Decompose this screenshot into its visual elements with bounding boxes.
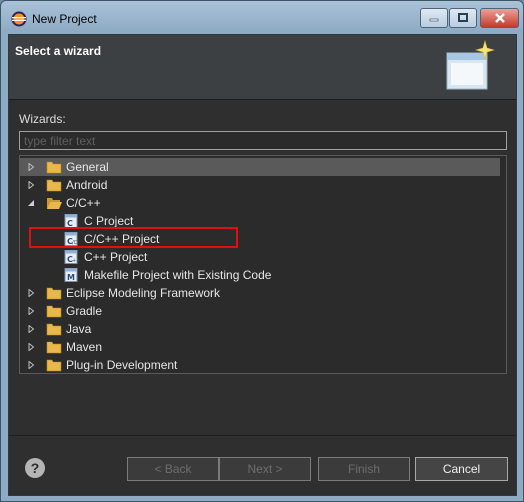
- makefile-project-icon: M: [64, 268, 80, 282]
- tree-item[interactable]: Maven: [20, 338, 500, 356]
- maximize-icon: [458, 13, 468, 22]
- collapsed-arrow-icon[interactable]: [27, 361, 35, 369]
- wizard-header: Select a wizard: [9, 35, 516, 100]
- tree-item[interactable]: General: [20, 158, 500, 176]
- close-button[interactable]: [480, 8, 519, 28]
- collapsed-arrow-icon[interactable]: [27, 307, 35, 315]
- tree-item[interactable]: Android: [20, 176, 500, 194]
- tree-item-label: Eclipse Modeling Framework: [66, 286, 221, 300]
- c-project-icon: C: [64, 214, 80, 228]
- tree-item-label: C++ Project: [84, 250, 148, 264]
- filter-input[interactable]: [19, 131, 507, 150]
- wizard-tree[interactable]: General Android C/C++ C C Project C/C C/C++ Pr…: [19, 155, 507, 374]
- tree-item-label: Plug-in Development: [66, 358, 178, 372]
- tree-item[interactable]: C/C++: [20, 194, 500, 212]
- tree-item-label: C Project: [84, 214, 134, 228]
- footer-divider: [9, 435, 516, 436]
- tree-item-label: Makefile Project with Existing Code: [84, 268, 272, 282]
- folder-open-icon: [46, 196, 62, 210]
- tree-item[interactable]: Plug-in Development: [20, 356, 500, 373]
- minimize-button[interactable]: [420, 8, 448, 28]
- tree-item[interactable]: M Makefile Project with Existing Code: [20, 266, 500, 284]
- tree-item-label: C/C++: [66, 196, 101, 210]
- svg-text:M: M: [67, 273, 75, 282]
- tree-item-label: Android: [66, 178, 108, 192]
- cancel-button[interactable]: Cancel: [415, 457, 508, 481]
- close-icon: [494, 13, 505, 23]
- tree-item[interactable]: Java: [20, 320, 500, 338]
- collapsed-arrow-icon[interactable]: [27, 325, 35, 333]
- folder-icon: [46, 160, 62, 174]
- new-wizard-graphic-icon: [446, 39, 495, 90]
- header-title: Select a wizard: [15, 44, 102, 58]
- tree-item[interactable]: Gradle: [20, 302, 500, 320]
- new-project-window: New Project Select a wizard Wizards: Gen…: [0, 0, 524, 502]
- help-button[interactable]: ?: [25, 458, 45, 478]
- maximize-button[interactable]: [449, 8, 477, 28]
- title-bar[interactable]: New Project: [1, 1, 523, 35]
- back-button[interactable]: < Back: [127, 457, 219, 481]
- tree-item[interactable]: C ++ C++ Project: [20, 248, 500, 266]
- collapsed-arrow-icon[interactable]: [27, 181, 35, 189]
- tree-item-label: Java: [66, 322, 92, 336]
- window-title: New Project: [32, 12, 97, 26]
- next-button[interactable]: Next >: [219, 457, 311, 481]
- collapsed-arrow-icon[interactable]: [27, 343, 35, 351]
- svg-text:++: ++: [72, 258, 80, 264]
- minimize-icon: [429, 18, 439, 22]
- folder-icon: [46, 304, 62, 318]
- highlight-box: [29, 227, 238, 248]
- collapsed-arrow-icon[interactable]: [27, 289, 35, 297]
- folder-icon: [46, 322, 62, 336]
- expanded-arrow-icon[interactable]: [27, 199, 35, 207]
- eclipse-icon: [11, 11, 27, 27]
- folder-icon: [46, 178, 62, 192]
- folder-icon: [46, 286, 62, 300]
- folder-icon: [46, 340, 62, 354]
- tree-item-label: Gradle: [66, 304, 103, 318]
- dialog-content: Select a wizard Wizards: General Android C…: [8, 34, 517, 496]
- folder-icon: [46, 358, 62, 372]
- tree-item[interactable]: Eclipse Modeling Framework: [20, 284, 500, 302]
- cpp-project-icon: C ++: [64, 250, 80, 264]
- wizards-label: Wizards:: [19, 112, 66, 126]
- finish-button[interactable]: Finish: [318, 457, 410, 481]
- tree-item-label: General: [66, 160, 109, 174]
- tree-item-label: Maven: [66, 340, 103, 354]
- collapsed-arrow-icon[interactable]: [27, 163, 35, 171]
